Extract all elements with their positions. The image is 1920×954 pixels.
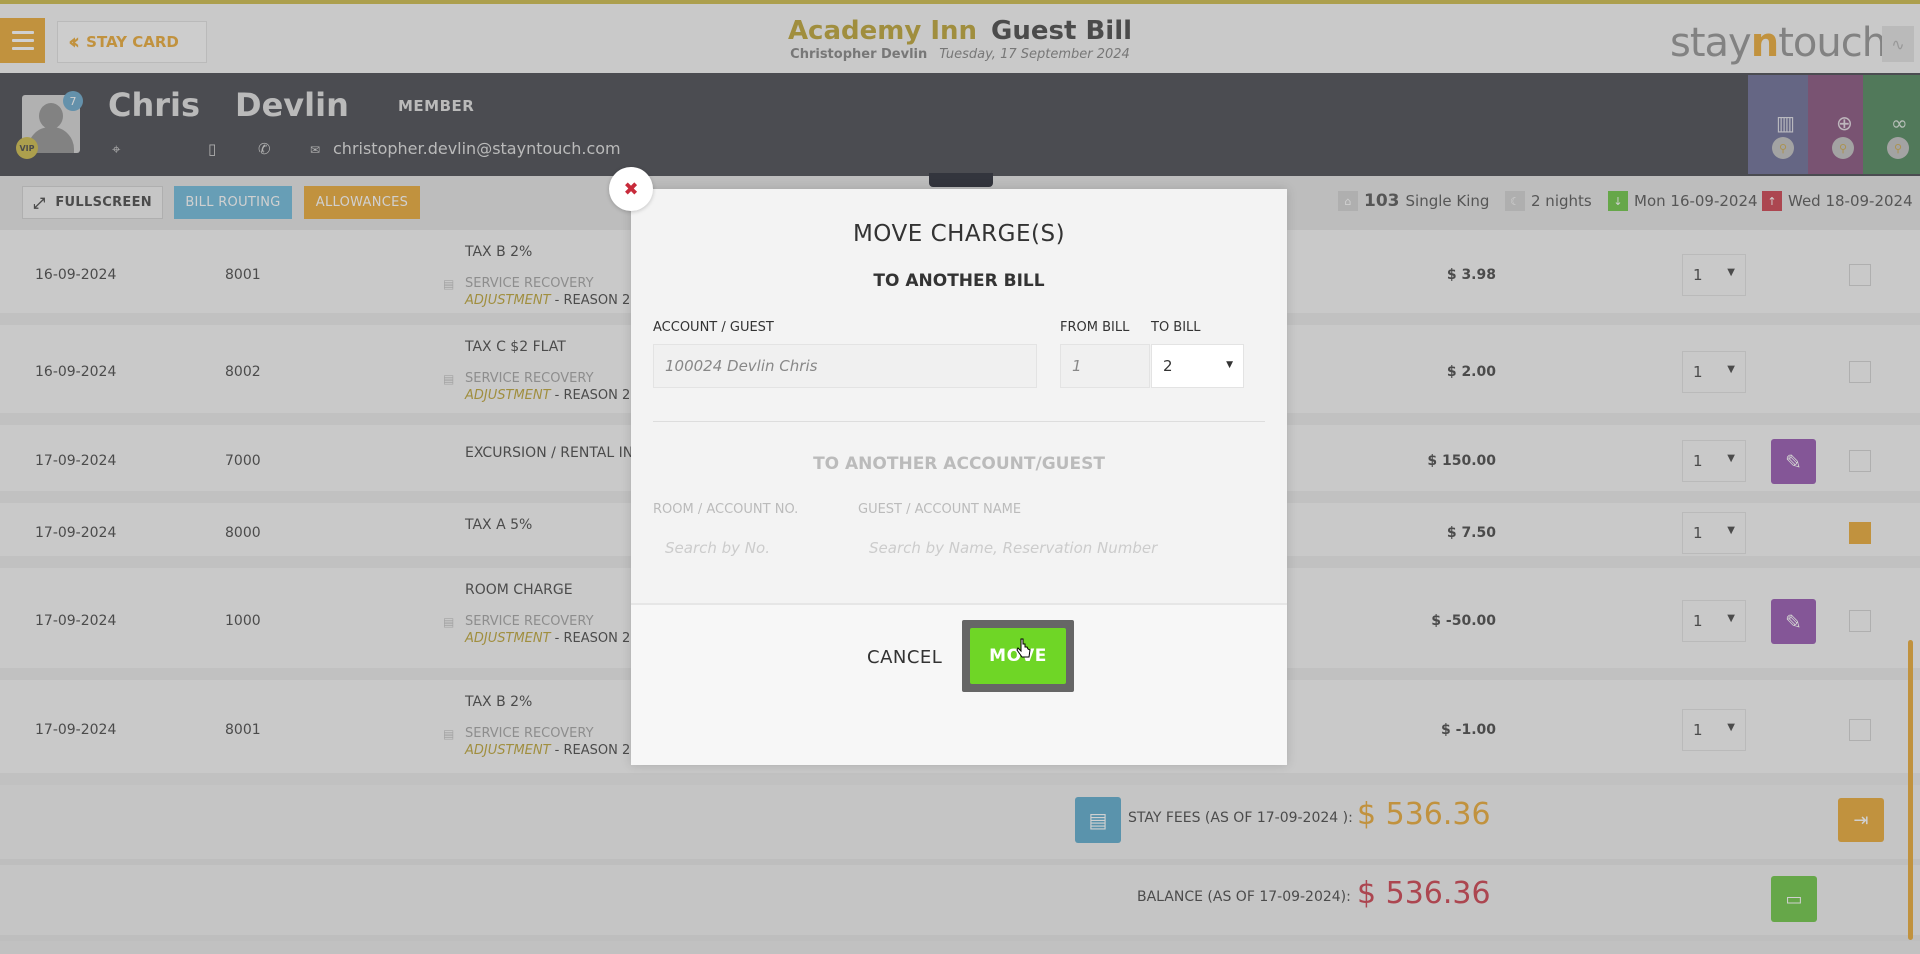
room-account-label: ROOM / ACCOUNT NO. [653,502,799,517]
to-another-bill-heading: TO ANOTHER BILL [873,271,1045,291]
to-bill-select[interactable]: 2 ▼ [1151,344,1244,388]
dialog-title: MOVE CHARGE(S) [852,221,1066,247]
mouse-cursor-icon [1016,638,1031,658]
from-bill-label: FROM BILL [1060,320,1130,335]
dialog-divider [653,421,1265,422]
account-guest-field[interactable]: 100024 Devlin Chris [653,344,1037,388]
guest-account-label: GUEST / ACCOUNT NAME [858,502,1022,517]
from-bill-field: 1 [1060,344,1150,388]
dialog-footer: CANCEL MOVE [631,603,1287,765]
close-icon: ✖ [623,178,639,200]
dropdown-caret-icon: ▼ [1226,360,1233,370]
room-search-input[interactable]: Search by No. [665,539,770,557]
to-another-account-heading: TO ANOTHER ACCOUNT/GUEST [813,454,1105,474]
header-notch [929,173,993,187]
close-dialog-button[interactable]: ✖ [609,167,653,211]
account-guest-label: ACCOUNT / GUEST [653,320,774,335]
cancel-button[interactable]: CANCEL [867,647,942,668]
to-bill-label: TO BILL [1151,320,1201,335]
guest-search-input[interactable]: Search by Name, Reservation Number [869,539,1157,557]
move-charges-dialog: MOVE CHARGE(S) TO ANOTHER BILL ACCOUNT /… [631,189,1287,765]
